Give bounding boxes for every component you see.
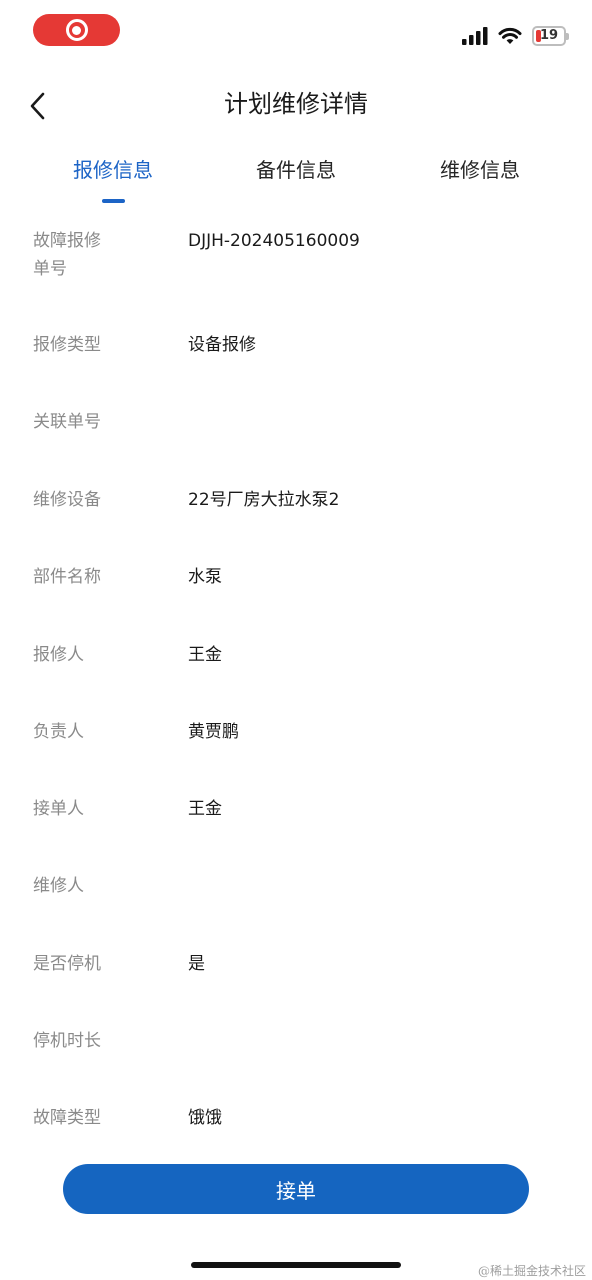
detail-value: 22号厂房大拉水泵2 [188,490,340,510]
accept-order-button[interactable]: 接单 [63,1164,529,1214]
detail-value: 是 [188,954,205,974]
wifi-icon [498,27,522,44]
detail-label: 报修类型 [33,335,101,355]
tab-spare-parts-info[interactable]: 备件信息 [216,152,376,188]
detail-value: 王金 [188,645,222,665]
tab-maintenance-info[interactable]: 维修信息 [400,152,560,188]
battery-cap [566,33,569,40]
detail-value: 王金 [188,799,222,819]
active-tab-indicator [102,199,125,203]
detail-label: 维修人 [33,876,84,896]
screen-recording-indicator[interactable] [33,14,120,46]
tab-repair-info[interactable]: 报修信息 [33,152,193,188]
detail-label: 部件名称 [33,567,101,587]
battery-icon: 19 [532,26,569,46]
home-indicator[interactable] [191,1262,401,1268]
battery-level: 19 [539,28,559,43]
detail-label: 停机时长 [33,1031,101,1051]
watermark: @稀土掘金技术社区 [477,1264,586,1278]
detail-label: 故障报修单号 [33,231,101,279]
detail-label: 维修设备 [33,490,101,510]
detail-value: 水泵 [188,567,222,587]
page-title: 计划维修详情 [224,90,368,118]
record-icon [65,19,88,41]
detail-value: DJJH-202405160009 [188,231,360,251]
detail-label: 关联单号 [33,412,101,432]
detail-label: 是否停机 [33,954,101,974]
detail-value: 设备报修 [188,335,256,355]
status-icons: 19 [462,24,569,48]
screen: 19 计划维修详情 报修信息 备件信息 维修信息 故障报修单号 DJJH-202… [0,0,592,1280]
detail-label: 报修人 [33,645,84,665]
detail-value: 黄贾鹏 [188,722,239,742]
tab-bar: 报修信息 备件信息 维修信息 [0,152,592,206]
detail-label: 负责人 [33,722,84,742]
detail-value: 饿饿 [188,1108,222,1128]
cellular-signal-icon [462,27,488,45]
detail-label: 接单人 [33,799,84,819]
detail-label: 故障类型 [33,1108,101,1128]
